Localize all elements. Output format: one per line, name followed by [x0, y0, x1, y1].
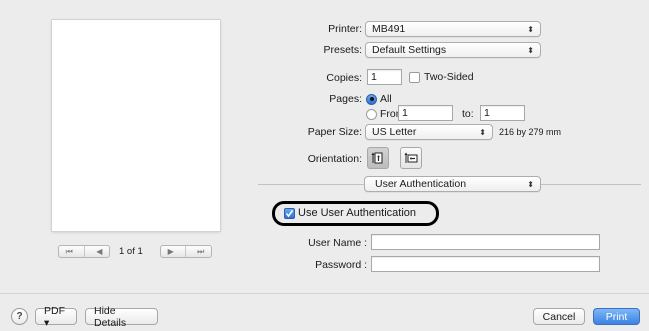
printer-value: MB491: [372, 23, 406, 35]
copies-label: Copies:: [326, 72, 362, 84]
printer-label: Printer:: [328, 23, 362, 35]
print-button[interactable]: Print: [593, 308, 640, 325]
copies-input[interactable]: 1: [367, 69, 402, 85]
paper-dimensions: 216 by 279 mm: [499, 127, 562, 137]
use-user-authentication-label: Use User Authentication: [298, 207, 417, 219]
user-name-label: User Name :: [308, 237, 367, 249]
pages-all-radio[interactable]: [366, 93, 377, 105]
use-user-authentication-checkbox[interactable]: [284, 207, 295, 219]
updown-arrows-icon: ⬍: [527, 24, 534, 34]
landscape-orientation-button[interactable]: [400, 147, 422, 169]
hide-details-button[interactable]: Hide Details: [85, 305, 158, 329]
first-page-icon[interactable]: ⏮: [64, 247, 75, 257]
presets-value: Default Settings: [372, 44, 447, 56]
two-sided-checkbox[interactable]: [409, 71, 420, 83]
pages-range-radio[interactable]: [366, 108, 377, 120]
presets-select[interactable]: Default Settings ⬍: [365, 42, 541, 58]
pages-to-input[interactable]: 1: [480, 105, 525, 121]
pages-label: Pages:: [329, 93, 362, 105]
two-sided-label: Two-Sided: [424, 71, 474, 83]
section-menu-value: User Authentication: [375, 178, 467, 190]
use-user-authentication-option[interactable]: Use User Authentication: [284, 207, 416, 219]
printer-select[interactable]: MB491 ⬍: [365, 21, 541, 37]
help-button[interactable]: ?: [11, 308, 28, 325]
pager-back-group: ⏮ ◀: [58, 245, 110, 258]
pages-to-label: to:: [462, 108, 474, 120]
pager-forward-group: ▶ ⏭: [160, 245, 212, 258]
section-menu-select[interactable]: User Authentication ⬍: [364, 176, 541, 192]
pages-all-label: All: [380, 93, 392, 105]
pages-all-option[interactable]: All: [366, 93, 392, 105]
pages-from-input[interactable]: 1: [398, 105, 453, 121]
last-page-icon[interactable]: ⏭: [195, 247, 206, 257]
portrait-orientation-button[interactable]: [367, 147, 389, 169]
cancel-button[interactable]: Cancel: [533, 308, 585, 325]
page-count-label: 1 of 1: [119, 246, 143, 257]
pdf-menu-button[interactable]: PDF ▾: [35, 305, 77, 329]
paper-size-label: Paper Size:: [307, 126, 362, 138]
updown-arrows-icon: ⬍: [527, 45, 534, 55]
updown-arrows-icon: ⬍: [479, 127, 486, 137]
updown-arrows-icon: ⬍: [527, 179, 534, 189]
next-page-icon[interactable]: ▶: [166, 247, 176, 256]
landscape-icon: [404, 152, 418, 163]
orientation-label: Orientation:: [307, 153, 362, 165]
previous-page-icon[interactable]: ◀: [94, 247, 104, 256]
paper-size-value: US Letter: [372, 126, 417, 138]
user-name-input[interactable]: [371, 234, 600, 250]
paper-size-select[interactable]: US Letter ⬍: [365, 124, 493, 140]
print-preview-page: [52, 20, 220, 231]
footer-divider: [0, 293, 649, 294]
portrait-icon: [371, 152, 383, 164]
presets-label: Presets:: [323, 44, 362, 56]
password-label: Password :: [315, 259, 367, 271]
checkmark-icon: [285, 209, 294, 217]
password-input[interactable]: [371, 256, 600, 272]
two-sided-option[interactable]: Two-Sided: [409, 71, 474, 83]
